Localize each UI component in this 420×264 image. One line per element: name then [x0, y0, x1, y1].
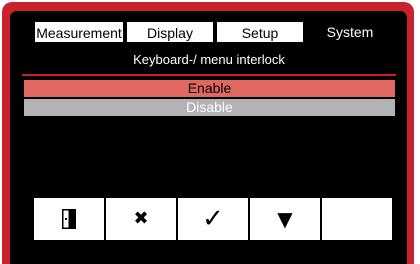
arrow-down-icon: ▼	[277, 207, 293, 231]
option-disable[interactable]: Disable	[24, 99, 395, 116]
tab-setup[interactable]: Setup	[216, 21, 304, 43]
tab-system[interactable]: System	[306, 21, 394, 43]
exit-door-icon	[62, 209, 76, 229]
option-enable[interactable]: Enable	[24, 80, 395, 97]
tab-display[interactable]: Display	[126, 21, 214, 43]
title-divider	[22, 74, 396, 76]
exit-key[interactable]	[34, 198, 104, 240]
menu-title: Keyboard-/ menu interlock	[133, 52, 285, 67]
cancel-key[interactable]: ✖	[106, 198, 176, 240]
tab-measurement[interactable]: Measurement	[34, 21, 124, 43]
blank-key[interactable]	[322, 198, 392, 240]
confirm-check-icon: ✓	[202, 204, 224, 234]
cancel-icon: ✖	[133, 208, 149, 229]
confirm-key[interactable]: ✓	[178, 198, 248, 240]
down-key[interactable]: ▼	[250, 198, 320, 240]
